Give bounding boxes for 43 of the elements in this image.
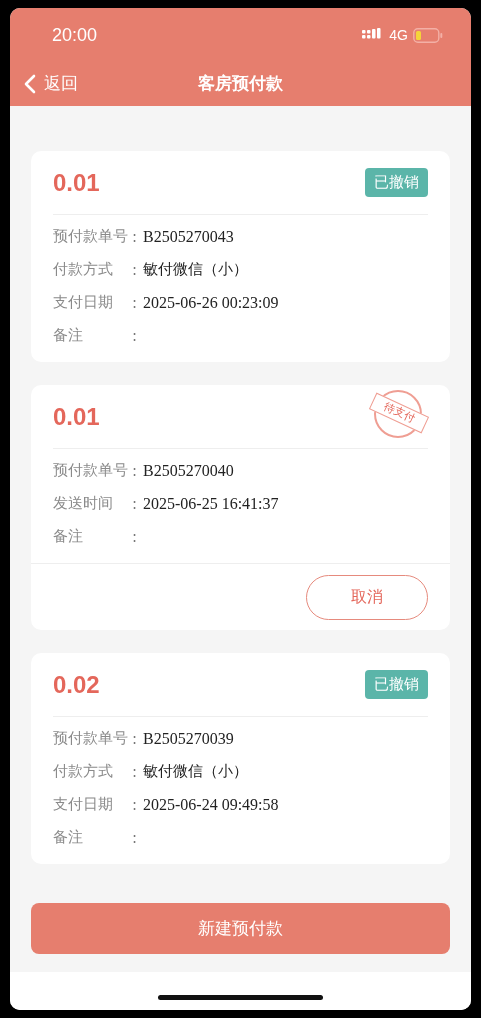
field-label: 备注 <box>53 326 84 345</box>
field-colon: : <box>132 762 139 781</box>
field-label: 预付款单号 <box>53 729 129 748</box>
field-colon: : <box>132 260 139 279</box>
field-label: 备注 <box>53 527 84 546</box>
field-value: B2505270040 <box>143 461 234 480</box>
field-label: 预付款单号 <box>53 227 129 246</box>
field-colon: : <box>132 494 139 513</box>
back-button[interactable]: 返回 <box>24 70 78 97</box>
chevron-left-icon <box>24 73 36 94</box>
field-label: 备注 <box>53 828 84 847</box>
field-label: 预付款单号 <box>53 461 129 480</box>
field-label: 支付日期 <box>53 795 114 814</box>
amount: 0.01 <box>53 168 100 197</box>
field-colon: : <box>132 795 139 814</box>
battery-icon <box>413 27 443 43</box>
field-value: 敏付微信（小） <box>143 762 248 781</box>
field-label: 发送时间 <box>53 494 114 513</box>
status-badge: 已撤销 <box>365 670 428 699</box>
field-value: B2505270039 <box>143 729 234 748</box>
field-value: 2025-06-24 09:49:58 <box>143 795 279 814</box>
field-colon: : <box>132 828 139 847</box>
field-colon: : <box>132 729 139 748</box>
amount: 0.01 <box>53 402 100 431</box>
field-label: 付款方式 <box>53 762 114 781</box>
field-colon: : <box>132 293 139 312</box>
field-colon: : <box>132 227 139 246</box>
field-colon: : <box>132 326 139 345</box>
network-label: 4G <box>389 27 408 43</box>
field-value: 2025-06-25 16:41:37 <box>143 494 279 513</box>
field-value: 敏付微信（小） <box>143 260 248 279</box>
field-value: 2025-06-26 00:23:09 <box>143 293 279 312</box>
cancel-button[interactable]: 取消 <box>306 574 428 620</box>
field-label: 付款方式 <box>53 260 114 279</box>
field-colon: : <box>132 527 139 546</box>
field-colon: : <box>132 461 139 480</box>
status-badge: 已撤销 <box>365 168 428 197</box>
amount: 0.02 <box>53 670 100 699</box>
page-title: 客房预付款 <box>198 71 283 95</box>
new-prepayment-button[interactable]: 新建预付款 <box>31 903 450 954</box>
field-label: 支付日期 <box>53 293 114 312</box>
field-value: B2505270043 <box>143 227 234 246</box>
status-time: 20:00 <box>52 24 98 46</box>
